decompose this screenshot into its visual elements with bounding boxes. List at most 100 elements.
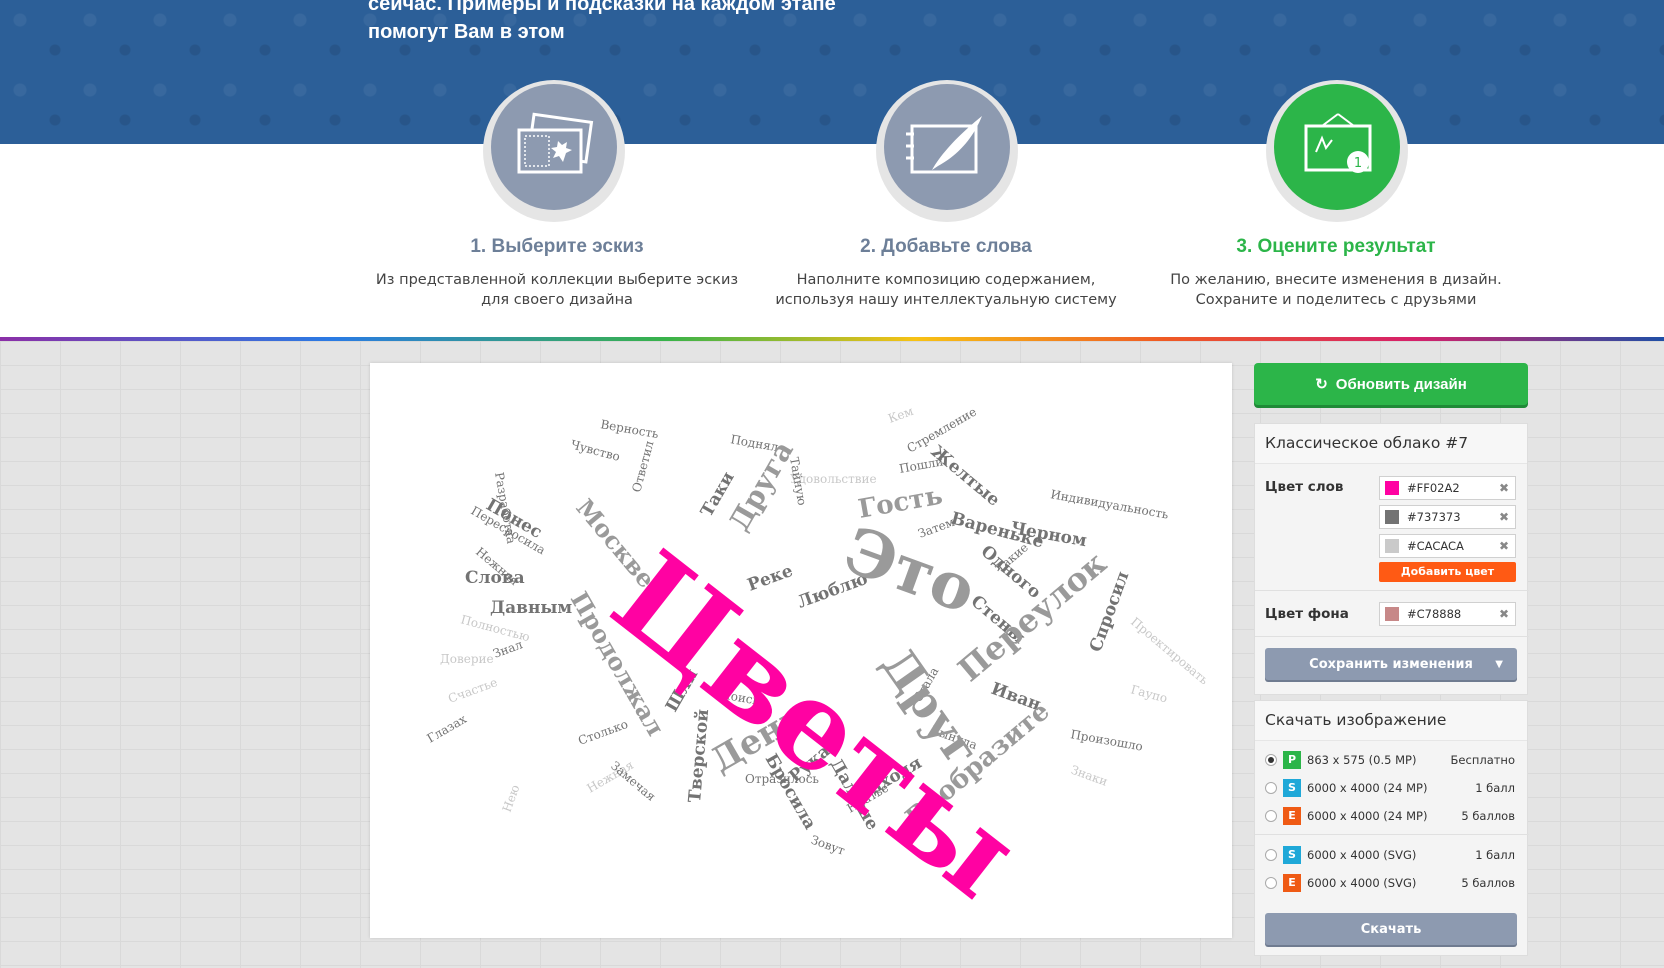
download-option[interactable]: S 6000 x 4000 (SVG) 1 балл xyxy=(1265,843,1517,867)
cloud-word: Слова xyxy=(465,568,525,588)
remove-color-icon[interactable]: ✖ xyxy=(1499,539,1509,553)
step-3-desc-line-2: Сохраните и поделитесь с друзьями xyxy=(1195,292,1477,308)
divider xyxy=(1255,590,1529,591)
word-color-value-1: #FF02A2 xyxy=(1407,481,1460,495)
download-option[interactable]: S 6000 x 4000 (24 MP) 1 балл xyxy=(1265,776,1517,800)
save-changes-button[interactable]: Сохранить изменения ▼ xyxy=(1265,648,1517,680)
cloud-word: Гость xyxy=(856,481,945,525)
hero-line-2: помогут Вам в этом xyxy=(368,21,565,43)
cloud-word: Произошло xyxy=(1069,727,1143,753)
download-option[interactable]: E 6000 x 4000 (SVG) 5 баллов xyxy=(1265,871,1517,895)
add-color-button[interactable]: Добавить цвет xyxy=(1379,562,1516,582)
cloud-word: Гаупо xyxy=(1129,682,1169,705)
step-1-desc-line-1: Из представленной коллекции выберите эск… xyxy=(375,272,739,288)
radio-button[interactable] xyxy=(1265,877,1277,889)
cloud-word: Нею xyxy=(500,783,523,814)
download-option[interactable]: P 863 x 575 (0.5 MP) Бесплатно xyxy=(1265,748,1517,772)
download-price: 1 балл xyxy=(1475,848,1515,862)
step-1-title: 1. Выберите эскиз xyxy=(470,236,644,257)
step-2-desc-line-2: используя нашу интеллектуальную систему xyxy=(775,292,1117,308)
save-changes-label: Сохранить изменения xyxy=(1309,656,1473,672)
download-badge: E xyxy=(1283,874,1301,892)
color-swatch xyxy=(1385,481,1399,495)
remove-color-icon[interactable]: ✖ xyxy=(1499,607,1509,621)
word-color-field-1[interactable]: #FF02A2 ✖ xyxy=(1379,476,1516,500)
word-cloud-preview: Полностью Доверие Счастье Нею Нежная Удо… xyxy=(370,363,1232,938)
cloud-word: Зовут xyxy=(809,833,847,858)
download-badge: S xyxy=(1283,779,1301,797)
cloud-word: Знаки xyxy=(1069,763,1110,789)
svg-text:1: 1 xyxy=(1354,156,1362,171)
postcard-icon xyxy=(517,112,594,174)
cloud-word: Верность xyxy=(599,417,660,441)
word-color-value-2: #737373 xyxy=(1407,510,1461,524)
color-swatch xyxy=(1385,539,1399,553)
download-panel-title: Скачать изображение xyxy=(1255,701,1527,741)
download-price: Бесплатно xyxy=(1450,753,1515,767)
word-cloud-canvas: Полностью Доверие Счастье Нею Нежная Удо… xyxy=(425,404,1212,926)
download-panel: Скачать изображение P 863 x 575 (0.5 MP)… xyxy=(1254,700,1529,956)
download-badge: P xyxy=(1283,751,1301,769)
refresh-design-label: Обновить дизайн xyxy=(1335,375,1467,393)
radio-button[interactable] xyxy=(1265,810,1277,822)
color-swatch xyxy=(1385,510,1399,524)
step-2-desc-line-1: Наполните композицию содержанием, xyxy=(796,272,1096,288)
cloud-word: Вареньке xyxy=(949,509,1046,553)
step-1-desc: Из представленной коллекции выберите эск… xyxy=(367,270,747,310)
step-1-circle xyxy=(491,84,617,210)
word-color-field-3[interactable]: #CACACA ✖ xyxy=(1379,534,1516,558)
word-color-label: Цвет слов xyxy=(1265,479,1344,495)
cloud-word: Счастье xyxy=(446,675,499,706)
step-3-desc: По желанию, внесите изменения в дизайн. … xyxy=(1146,270,1526,310)
bg-color-value: #C78888 xyxy=(1407,607,1462,621)
design-panel: Классическое облако #7 Цвет слов #FF02A2… xyxy=(1254,423,1529,695)
step-3-desc-line-1: По желанию, внесите изменения в дизайн. xyxy=(1170,272,1502,288)
download-button[interactable]: Скачать xyxy=(1265,913,1517,945)
radio-button[interactable] xyxy=(1265,782,1277,794)
bg-color-label: Цвет фона xyxy=(1265,606,1349,622)
cloud-word: Знал xyxy=(491,637,525,661)
chevron-down-icon[interactable]: ▼ xyxy=(1495,659,1503,670)
download-size: 6000 x 4000 (SVG) xyxy=(1307,848,1417,862)
cloud-word: Давным xyxy=(490,598,572,618)
step-3-circle: 1 xyxy=(1274,84,1400,210)
cloud-word: Глазах xyxy=(425,712,470,746)
word-color-value-3: #CACACA xyxy=(1407,539,1464,553)
download-size: 863 x 575 (0.5 MP) xyxy=(1307,753,1417,767)
download-price: 1 балл xyxy=(1475,781,1515,795)
step-3-title: 3. Оцените результат xyxy=(1236,236,1436,257)
step-2-circle xyxy=(884,84,1010,210)
color-swatch xyxy=(1385,607,1399,621)
cloud-word: Доверие xyxy=(440,652,494,666)
cloud-word: Индивидуальность xyxy=(1049,487,1170,522)
download-badge: S xyxy=(1283,846,1301,864)
download-badge: E xyxy=(1283,807,1301,825)
design-panel-title: Классическое облако #7 xyxy=(1255,424,1527,464)
download-size: 6000 x 4000 (24 MP) xyxy=(1307,781,1428,795)
framed-picture-icon: 1 xyxy=(1304,113,1372,173)
download-option[interactable]: E 6000 x 4000 (24 MP) 5 баллов xyxy=(1265,804,1517,828)
hero-banner: сейчас. Примеры и подсказки на каждом эт… xyxy=(0,0,1664,144)
bg-color-field[interactable]: #C78888 ✖ xyxy=(1379,602,1516,626)
step-2-title: 2. Добавьте слова xyxy=(860,236,1032,257)
divider xyxy=(1255,834,1529,835)
refresh-icon: ↻ xyxy=(1315,376,1328,393)
cloud-word: Проектировать xyxy=(1128,615,1211,688)
cloud-word: Чувство xyxy=(569,437,621,464)
hero-line-1: сейчас. Примеры и подсказки на каждом эт… xyxy=(368,0,836,15)
hero-text: сейчас. Примеры и подсказки на каждом эт… xyxy=(368,0,836,46)
download-size: 6000 x 4000 (24 MP) xyxy=(1307,809,1428,823)
refresh-design-button[interactable]: ↻ Обновить дизайн xyxy=(1254,363,1528,405)
remove-color-icon[interactable]: ✖ xyxy=(1499,510,1509,524)
radio-button[interactable] xyxy=(1265,849,1277,861)
word-color-field-2[interactable]: #737373 ✖ xyxy=(1379,505,1516,529)
download-price: 5 баллов xyxy=(1461,809,1515,823)
cloud-word: Кем xyxy=(886,404,915,426)
divider xyxy=(1255,636,1529,637)
radio-button[interactable] xyxy=(1265,754,1277,766)
download-price: 5 баллов xyxy=(1461,876,1515,890)
quill-icon xyxy=(906,116,982,174)
remove-color-icon[interactable]: ✖ xyxy=(1499,481,1509,495)
cloud-word: Столько xyxy=(576,717,630,748)
step-2-desc: Наполните композицию содержанием, исполь… xyxy=(756,270,1136,310)
